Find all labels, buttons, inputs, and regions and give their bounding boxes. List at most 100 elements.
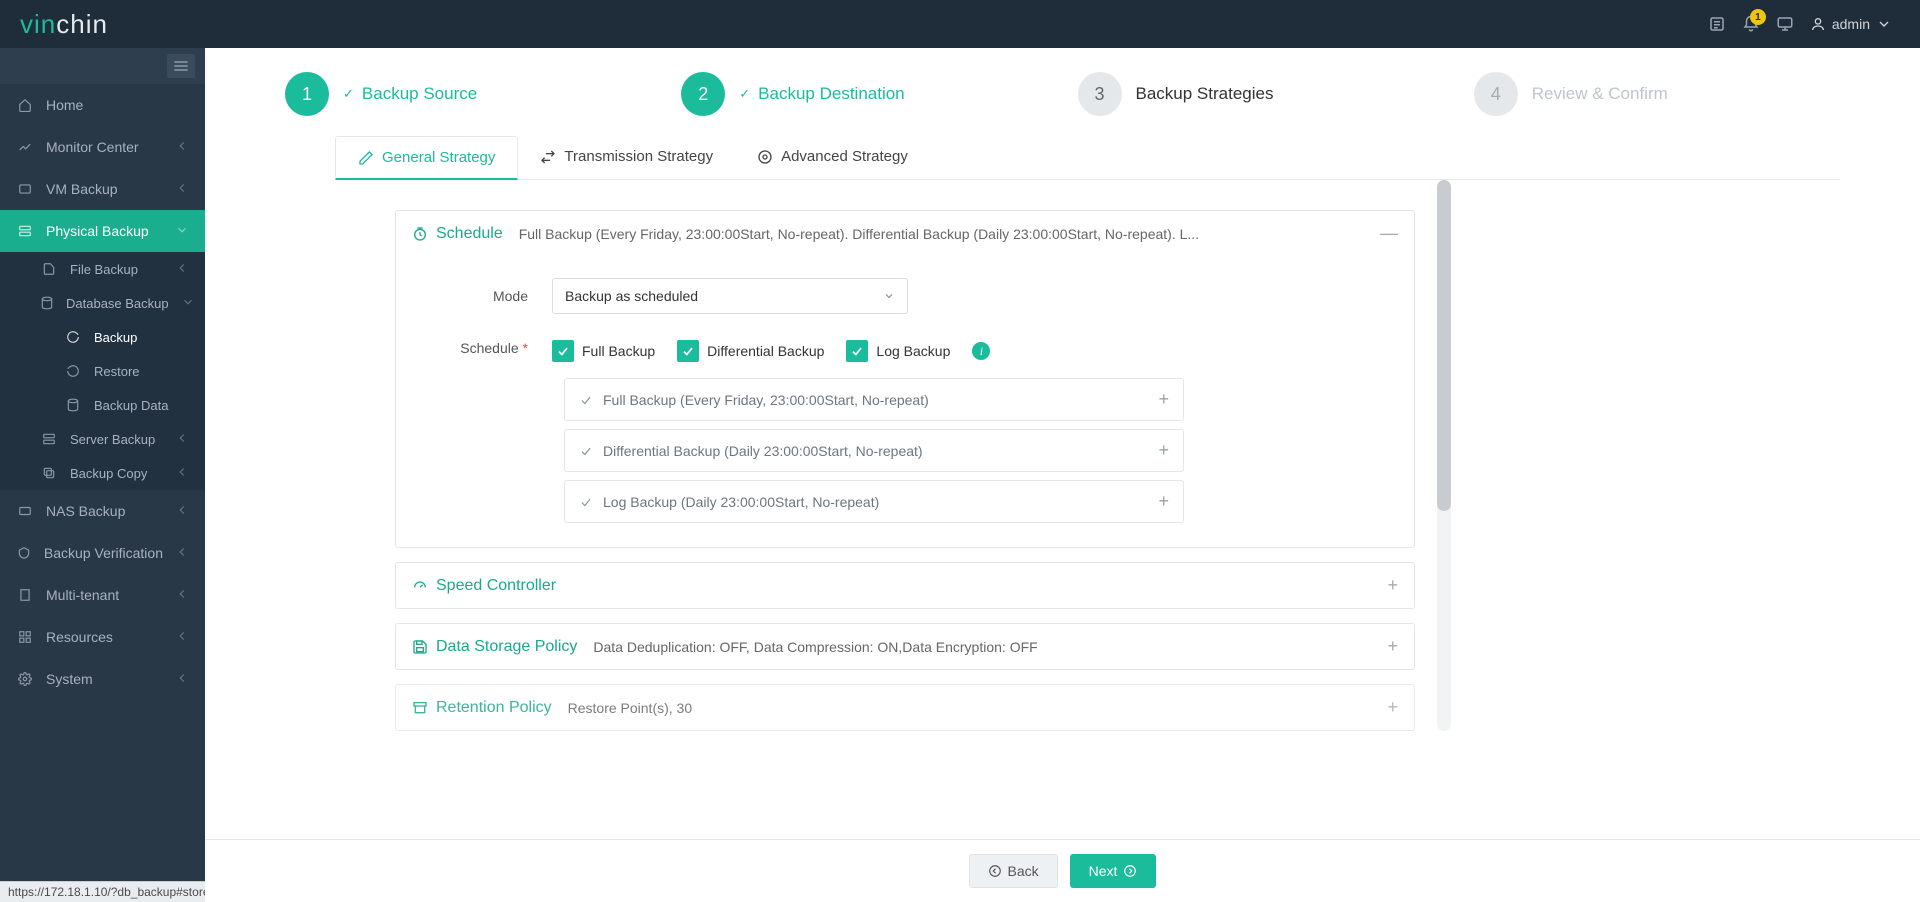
arrow-right-icon: [1123, 864, 1137, 878]
check-full[interactable]: Full Backup: [552, 340, 655, 362]
notification-badge: 1: [1750, 9, 1766, 25]
gear-icon: [16, 672, 34, 686]
check-icon: [579, 444, 593, 458]
step-2[interactable]: 2 ✓Backup Destination: [681, 72, 1047, 116]
chart-icon: [16, 140, 34, 154]
monitor-icon[interactable]: [1768, 7, 1802, 41]
next-label: Next: [1089, 863, 1118, 879]
next-button[interactable]: Next: [1070, 854, 1157, 888]
tab-general[interactable]: General Strategy: [335, 136, 518, 180]
schedule-item-label: Differential Backup (Daily 23:00:00Start…: [603, 443, 923, 459]
tab-transmission[interactable]: Transmission Strategy: [518, 136, 735, 179]
check-icon: ✓: [343, 86, 354, 102]
step-number: 1: [285, 72, 329, 116]
scrollbar-track[interactable]: [1437, 180, 1451, 731]
chevron-down-icon: [181, 295, 195, 312]
sidebar-item-label: File Backup: [70, 262, 163, 277]
step-label: Backup Source: [362, 84, 477, 104]
expand-icon: +: [1387, 575, 1398, 596]
sidebar-item-label: System: [46, 671, 163, 687]
chevron-left-icon: [175, 181, 189, 198]
grid-icon: [16, 630, 34, 644]
check-log[interactable]: Log Backup: [846, 340, 950, 362]
card-retention: Retention Policy Restore Point(s), 30 +: [395, 684, 1415, 731]
sidebar-item-backup[interactable]: Backup: [0, 320, 205, 354]
sidebar: Home Monitor Center VM Backup Physical B…: [0, 48, 205, 902]
schedule-item-log[interactable]: Log Backup (Daily 23:00:00Start, No-repe…: [564, 480, 1184, 523]
back-button[interactable]: Back: [969, 854, 1058, 888]
sidebar-item-resources[interactable]: Resources: [0, 616, 205, 658]
check-label: Differential Backup: [707, 343, 824, 359]
vm-icon: [16, 182, 34, 196]
main-content: 1 ✓ Backup Source 2 ✓Backup Destination 3…: [205, 48, 1920, 902]
list-icon[interactable]: [1700, 7, 1734, 41]
chevron-left-icon: [175, 503, 189, 520]
sidebar-item-filebackup[interactable]: File Backup: [0, 252, 205, 286]
schedule-item-diff[interactable]: Differential Backup (Daily 23:00:00Start…: [564, 429, 1184, 472]
sidebar-item-label: Database Backup: [66, 296, 169, 311]
sidebar-item-label: Physical Backup: [46, 223, 163, 239]
mode-select[interactable]: Backup as scheduled: [552, 278, 908, 314]
sidebar-item-monitor[interactable]: Monitor Center: [0, 126, 205, 168]
step-number: 2: [681, 72, 725, 116]
user-menu[interactable]: admin: [1802, 16, 1900, 32]
hamburger-icon[interactable]: [167, 54, 195, 78]
sidebar-item-label: Monitor Center: [46, 139, 163, 155]
sidebar-item-verify[interactable]: Backup Verification: [0, 532, 205, 574]
sidebar-item-system[interactable]: System: [0, 658, 205, 700]
plus-icon: +: [1158, 389, 1169, 410]
scrollbar-thumb[interactable]: [1437, 180, 1451, 511]
card-speed-header[interactable]: Speed Controller +: [396, 563, 1414, 608]
check-icon: [579, 495, 593, 509]
database-icon: [40, 296, 54, 310]
sidebar-item-label: NAS Backup: [46, 503, 163, 519]
refresh-icon: [64, 330, 82, 344]
schedule-item-full[interactable]: Full Backup (Every Friday, 23:00:00Start…: [564, 378, 1184, 421]
sidebar-item-label: Backup Verification: [44, 545, 163, 561]
card-storage: Data Storage Policy Data Deduplication: …: [395, 623, 1415, 670]
sidebar-item-home[interactable]: Home: [0, 84, 205, 126]
wizard-footer: Back Next: [205, 839, 1920, 902]
sidebar-item-vmbackup[interactable]: VM Backup: [0, 168, 205, 210]
sidebar-item-label: Backup Copy: [70, 466, 163, 481]
chevron-left-icon: [175, 587, 189, 604]
card-retention-header[interactable]: Retention Policy Restore Point(s), 30 +: [396, 685, 1414, 730]
checkbox-icon: [846, 340, 868, 362]
step-3[interactable]: 3 Backup Strategies: [1078, 72, 1444, 116]
sidebar-item-serverbackup[interactable]: Server Backup: [0, 422, 205, 456]
tab-advanced[interactable]: Advanced Strategy: [735, 136, 930, 179]
sidebar-item-backupcopy[interactable]: Backup Copy: [0, 456, 205, 490]
sidebar-item-dbbackup[interactable]: Database Backup: [0, 286, 205, 320]
server-icon: [16, 224, 34, 238]
chevron-left-icon: [175, 431, 189, 448]
expand-icon: +: [1387, 697, 1398, 718]
sidebar-item-tenant[interactable]: Multi-tenant: [0, 574, 205, 616]
logo-part2: chin: [56, 9, 108, 39]
card-title: Retention Policy: [436, 699, 552, 717]
card-title: Data Storage Policy: [436, 638, 577, 656]
sidebar-item-label: Resources: [46, 629, 163, 645]
check-diff[interactable]: Differential Backup: [677, 340, 824, 362]
step-1[interactable]: 1 ✓ Backup Source: [285, 72, 651, 116]
topbar: vinchin 1 admin: [0, 0, 1920, 48]
plus-icon: +: [1158, 491, 1169, 512]
sidebar-item-label: Server Backup: [70, 432, 163, 447]
archive-icon: [412, 700, 428, 716]
save-icon: [412, 639, 428, 655]
sidebar-item-backupdata[interactable]: Backup Data: [0, 388, 205, 422]
card-schedule: Schedule Full Backup (Every Friday, 23:0…: [395, 210, 1415, 548]
sidebar-item-label: Backup Data: [94, 398, 189, 413]
sidebar-item-restore[interactable]: Restore: [0, 354, 205, 388]
sidebar-item-label: Home: [46, 97, 189, 113]
info-icon[interactable]: i: [972, 342, 990, 360]
strategy-tabs: General Strategy Transmission Strategy A…: [335, 136, 1840, 180]
bell-icon[interactable]: 1: [1734, 7, 1768, 41]
card-schedule-header[interactable]: Schedule Full Backup (Every Friday, 23:0…: [396, 211, 1414, 256]
logo: vinchin: [20, 9, 108, 40]
card-storage-header[interactable]: Data Storage Policy Data Deduplication: …: [396, 624, 1414, 669]
sidebar-item-physical[interactable]: Physical Backup: [0, 210, 205, 252]
schedule-item-label: Log Backup (Daily 23:00:00Start, No-repe…: [603, 494, 879, 510]
sidebar-item-label: Multi-tenant: [46, 587, 163, 603]
check-label: Full Backup: [582, 343, 655, 359]
sidebar-item-nas[interactable]: NAS Backup: [0, 490, 205, 532]
